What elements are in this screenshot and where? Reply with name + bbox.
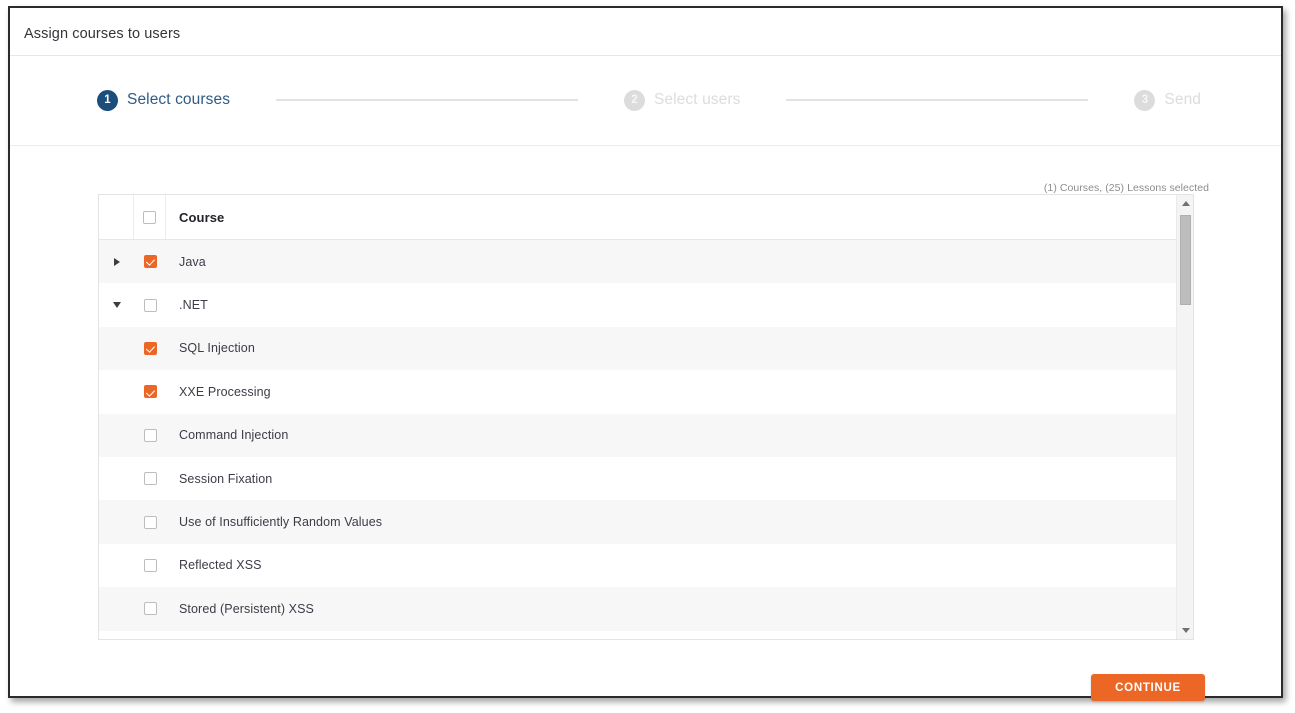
continue-button[interactable]: CONTINUE bbox=[1091, 674, 1205, 701]
row-checkbox-cell[interactable] bbox=[134, 544, 166, 587]
scroll-up-arrow-icon[interactable] bbox=[1177, 195, 1193, 212]
row-collapse-icon[interactable] bbox=[99, 283, 134, 326]
row-expander-spacer bbox=[99, 500, 134, 543]
table-header-row: Course bbox=[99, 195, 1176, 240]
table-row[interactable]: .NET bbox=[99, 283, 1176, 327]
table-row[interactable] bbox=[99, 630, 1176, 639]
table-row[interactable]: Stored (Persistent) XSS bbox=[99, 587, 1176, 631]
course-table-viewport: Course Java .NET SQL Injection XXE Processi… bbox=[99, 195, 1176, 639]
table-row[interactable]: XXE Processing bbox=[99, 370, 1176, 414]
step-label: Send bbox=[1164, 91, 1202, 108]
select-all-checkbox-cell[interactable] bbox=[134, 195, 166, 239]
column-header-course: Course bbox=[179, 209, 225, 225]
selection-summary: (1) Courses, (25) Lessons selected bbox=[1043, 182, 1209, 194]
row-checkbox-cell[interactable] bbox=[134, 370, 166, 413]
stepper-step-send[interactable]: 3 Send bbox=[1134, 89, 1202, 111]
table-row[interactable]: Command Injection bbox=[99, 413, 1176, 457]
step-number-badge: 3 bbox=[1134, 89, 1156, 111]
row-expander-spacer bbox=[99, 370, 134, 413]
row-label: Stored (Persistent) XSS bbox=[179, 601, 314, 616]
table-row[interactable]: Reflected XSS bbox=[99, 543, 1176, 588]
stepper-steps: 1 Select courses 2 Select users 3 Send bbox=[34, 56, 1257, 144]
row-checkbox-unchecked[interactable] bbox=[143, 472, 157, 486]
row-label: XXE Processing bbox=[179, 384, 271, 399]
row-checkbox-checked[interactable] bbox=[143, 385, 157, 399]
row-checkbox-unchecked[interactable] bbox=[143, 428, 157, 442]
caret-right-icon bbox=[113, 257, 120, 266]
row-expander-spacer bbox=[99, 327, 134, 370]
row-expand-icon[interactable] bbox=[99, 240, 134, 283]
row-expander-spacer bbox=[99, 414, 134, 457]
row-checkbox-checked[interactable] bbox=[143, 341, 157, 355]
content-area: (1) Courses, (25) Lessons selected Cours… bbox=[10, 147, 1281, 701]
table-scrollbar[interactable] bbox=[1176, 195, 1193, 639]
caret-down-icon bbox=[112, 302, 121, 309]
row-checkbox-cell[interactable] bbox=[134, 240, 166, 283]
row-checkbox-cell[interactable] bbox=[134, 500, 166, 543]
table-row[interactable]: Use of Insufficiently Random Values bbox=[99, 500, 1176, 544]
select-all-checkbox[interactable] bbox=[143, 210, 156, 224]
app-header: Assign courses to users bbox=[10, 8, 1281, 56]
step-label: Select users bbox=[653, 91, 741, 108]
page-frame: Assign courses to users 1 Select courses 2… bbox=[8, 6, 1283, 701]
caret-up-icon bbox=[1181, 201, 1190, 206]
row-label: Session Fixation bbox=[179, 471, 273, 486]
row-label: Java bbox=[179, 254, 206, 269]
page-title: Assign courses to users bbox=[24, 26, 181, 42]
row-label: .NET bbox=[179, 298, 208, 313]
row-label: SQL Injection bbox=[179, 341, 255, 356]
row-label: Command Injection bbox=[179, 428, 289, 443]
row-expander-spacer bbox=[99, 544, 134, 587]
step-label: Select courses bbox=[127, 91, 231, 108]
row-checkbox-cell[interactable] bbox=[134, 457, 166, 500]
row-checkbox-cell[interactable] bbox=[134, 283, 166, 326]
table-row[interactable]: Session Fixation bbox=[99, 456, 1176, 501]
table-body: Java .NET SQL Injection XXE Processing Comma… bbox=[99, 240, 1176, 639]
row-checkbox-unchecked[interactable] bbox=[143, 515, 157, 529]
row-checkbox-unchecked[interactable] bbox=[143, 298, 157, 312]
row-expander-spacer bbox=[99, 631, 134, 639]
stepper-connector-line bbox=[276, 99, 578, 101]
course-table: Course Java .NET SQL Injection XXE Processi… bbox=[98, 194, 1194, 640]
stepper-step-select-users[interactable]: 2 Select users bbox=[623, 89, 741, 111]
row-expander-spacer bbox=[99, 457, 134, 500]
row-checkbox-cell bbox=[134, 631, 166, 639]
step-number-badge: 1 bbox=[97, 89, 118, 111]
table-row[interactable]: SQL Injection bbox=[99, 326, 1176, 371]
row-checkbox-checked[interactable] bbox=[143, 255, 157, 269]
stepper-step-select-courses[interactable]: 1 Select courses bbox=[97, 89, 231, 111]
row-checkbox-unchecked[interactable] bbox=[143, 558, 157, 572]
row-label: Reflected XSS bbox=[179, 558, 262, 573]
row-checkbox-cell[interactable] bbox=[134, 414, 166, 457]
table-row[interactable]: Java bbox=[99, 240, 1176, 284]
row-checkbox-cell[interactable] bbox=[134, 327, 166, 370]
wizard-stepper: 1 Select courses 2 Select users 3 Send bbox=[10, 56, 1281, 146]
scroll-down-arrow-icon[interactable] bbox=[1177, 622, 1193, 639]
stepper-connector-line bbox=[786, 99, 1089, 101]
row-checkbox-cell[interactable] bbox=[134, 587, 166, 630]
header-expander-cell bbox=[99, 195, 134, 239]
scrollbar-thumb[interactable] bbox=[1180, 215, 1191, 305]
row-checkbox-unchecked[interactable] bbox=[143, 602, 157, 616]
step-number-badge: 2 bbox=[623, 89, 645, 111]
screen: Assign courses to users 1 Select courses 2… bbox=[0, 0, 1295, 713]
row-label: Use of Insufficiently Random Values bbox=[179, 515, 383, 530]
caret-down-icon bbox=[1181, 628, 1190, 633]
row-expander-spacer bbox=[99, 587, 134, 630]
